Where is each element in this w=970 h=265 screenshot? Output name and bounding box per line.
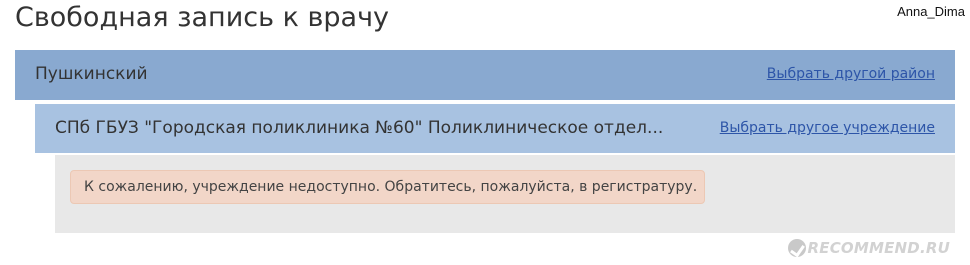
- institution-name: СПб ГБУЗ "Городская поликлиника №60" Пол…: [55, 118, 664, 138]
- content-panel: К сожалению, учреждение недоступно. Обра…: [55, 155, 955, 233]
- district-bar: Пушкинский Выбрать другой район: [15, 50, 955, 100]
- alert-message: К сожалению, учреждение недоступно. Обра…: [84, 179, 698, 195]
- watermark-text: RECOMMEND.RU: [807, 239, 950, 257]
- username-label[interactable]: Anna_Dima: [897, 4, 965, 19]
- change-institution-link[interactable]: Выбрать другое учреждение: [720, 120, 935, 136]
- page-title: Свободная запись к врачу: [15, 2, 390, 33]
- checkmark-icon: [787, 239, 806, 257]
- unavailable-alert: К сожалению, учреждение недоступно. Обра…: [70, 170, 705, 204]
- institution-bar: СПб ГБУЗ "Городская поликлиника №60" Пол…: [35, 104, 955, 153]
- district-name: Пушкинский: [35, 64, 148, 84]
- change-district-link[interactable]: Выбрать другой район: [767, 66, 935, 82]
- watermark: RECOMMEND.RU: [787, 239, 951, 257]
